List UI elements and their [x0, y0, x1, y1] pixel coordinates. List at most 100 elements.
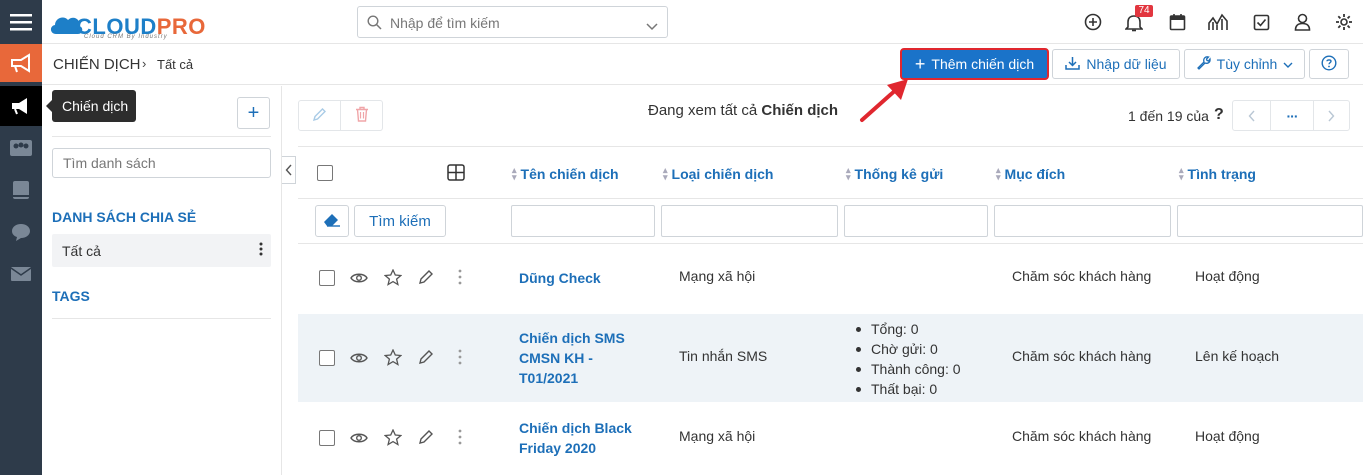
column-header-send-stats[interactable]: ▴ ▾ Thống kê gửi	[846, 166, 943, 183]
kebab-icon[interactable]	[259, 242, 263, 259]
pencil-icon[interactable]	[416, 347, 436, 367]
star-icon[interactable]	[383, 347, 403, 367]
eraser-icon	[323, 212, 341, 230]
pager-next-button[interactable]	[1313, 100, 1350, 131]
menu-icon[interactable]	[0, 0, 42, 44]
row-checkbox[interactable]	[319, 270, 335, 286]
breadcrumb-separator: ›	[142, 56, 147, 71]
send-stats-list: Tổng: 0 Chờ gửi: 0 Thành công: 0 Thất bạ…	[851, 319, 961, 399]
delete-button[interactable]	[340, 100, 383, 131]
pencil-icon[interactable]	[416, 267, 436, 287]
import-data-button[interactable]: Nhập dữ liệu	[1052, 49, 1180, 79]
campaign-status: Hoạt động	[1195, 428, 1260, 444]
campaign-name-link[interactable]: Chiến dịch Black Friday 2020	[519, 418, 635, 458]
collapse-panel-button[interactable]	[282, 156, 296, 184]
help-button[interactable]	[1309, 49, 1349, 79]
breadcrumb-current: Tất cả	[157, 57, 194, 72]
users-icon[interactable]	[0, 128, 42, 168]
campaign-status: Lên kế hoạch	[1195, 348, 1280, 364]
customize-button[interactable]: Tùy chỉnh	[1184, 49, 1305, 79]
pencil-icon[interactable]	[416, 427, 436, 447]
pager-text: 1 đến 19 của	[1128, 108, 1209, 124]
kebab-icon[interactable]	[450, 347, 470, 367]
column-header-status[interactable]: ▴ ▾ Tình trạng	[1179, 166, 1256, 183]
chevron-down-icon	[1283, 56, 1293, 72]
gear-icon[interactable]	[1334, 12, 1354, 32]
filter-type-input[interactable]	[661, 205, 838, 237]
checkbox-icon[interactable]	[1251, 12, 1271, 32]
eye-icon[interactable]	[349, 268, 369, 288]
pager-total-unknown[interactable]: ?	[1214, 106, 1224, 124]
campaign-name-link[interactable]: Chiến dịch SMS CMSN KH - T01/2021	[519, 328, 631, 388]
mail-icon[interactable]	[0, 254, 42, 294]
list-item-all[interactable]: Tất cả	[52, 234, 271, 267]
add-list-button[interactable]: +	[237, 97, 270, 129]
edit-button[interactable]	[298, 100, 341, 131]
divider	[298, 198, 1363, 199]
calendar-icon[interactable]	[1167, 12, 1187, 32]
stat-total: Tổng: 0	[851, 319, 961, 339]
pager-more-button[interactable]: ···	[1270, 100, 1314, 131]
campaign-type: Mạng xã hội	[679, 268, 756, 284]
eye-icon[interactable]	[349, 428, 369, 448]
filter-status-input[interactable]	[1177, 205, 1363, 237]
grid-icon[interactable]	[447, 164, 465, 184]
campaign-purpose: Chăm sóc khách hàng	[1012, 348, 1152, 364]
stat-pending: Chờ gửi: 0	[851, 339, 961, 359]
pencil-icon	[312, 107, 327, 125]
campaign-status: Hoạt động	[1195, 268, 1260, 284]
pager-prev-button[interactable]	[1232, 100, 1271, 131]
filter-purpose-input[interactable]	[994, 205, 1171, 237]
top-header: CLOUDPRO Cloud CRM By Industry	[42, 0, 1363, 44]
table-row[interactable]: Chiến dịch SMS CMSN KH - T01/2021 Tin nh…	[298, 314, 1363, 402]
trash-icon	[355, 106, 369, 125]
logo[interactable]: CLOUDPRO Cloud CRM By Industry	[48, 6, 208, 40]
plus-icon: +	[914, 54, 926, 74]
filter-stats-input[interactable]	[844, 205, 988, 237]
campaign-type: Tin nhắn SMS	[679, 348, 768, 364]
divider	[298, 146, 1363, 147]
column-header-purpose[interactable]: ▴ ▾ Mục đích	[996, 166, 1065, 183]
star-icon[interactable]	[383, 427, 403, 447]
search-button[interactable]: Tìm kiếm	[354, 205, 446, 237]
star-icon[interactable]	[383, 267, 403, 287]
left-rail	[0, 0, 42, 475]
list-search-input[interactable]	[52, 148, 271, 178]
table-row[interactable]: Dũng Check Mạng xã hội Chăm sóc khách hà…	[298, 244, 1363, 314]
book-icon[interactable]	[0, 170, 42, 210]
upload-icon	[1065, 56, 1081, 73]
filter-name-input[interactable]	[511, 205, 655, 237]
row-checkbox[interactable]	[319, 350, 335, 366]
search-input[interactable]	[390, 13, 630, 33]
chat-icon[interactable]	[0, 212, 42, 252]
annotation-arrow	[860, 79, 908, 122]
viewing-label: Đang xem tất cả Chiến dịch	[648, 102, 839, 119]
tooltip: Chiến dịch	[46, 90, 136, 122]
eye-icon[interactable]	[349, 348, 369, 368]
chart-icon[interactable]	[1208, 12, 1228, 32]
plus-circle-icon[interactable]	[1083, 12, 1103, 32]
sub-header: CHIẾN DỊCH › Tất cả + Thêm chiến dịch Nh…	[42, 44, 1363, 85]
user-icon[interactable]	[1292, 12, 1312, 32]
select-all-checkbox[interactable]	[317, 165, 333, 181]
divider	[52, 318, 271, 319]
column-header-name[interactable]: ▴ ▾ Tên chiến dịch	[512, 166, 619, 183]
campaign-name-link[interactable]: Dũng Check	[519, 268, 639, 288]
clear-filter-button[interactable]	[315, 205, 349, 237]
table-row[interactable]: Chiến dịch Black Friday 2020 Mạng xã hội…	[298, 402, 1363, 475]
megaphone-icon[interactable]	[0, 44, 42, 82]
notification-badge: 74	[1135, 5, 1153, 17]
kebab-icon[interactable]	[450, 427, 470, 447]
breadcrumb-module[interactable]: CHIẾN DỊCH	[53, 56, 141, 73]
global-search[interactable]	[357, 6, 668, 38]
tags-heading: TAGS	[52, 288, 90, 304]
add-campaign-button[interactable]: + Thêm chiến dịch	[900, 48, 1049, 80]
list-panel: + DANH SÁCH CHIA SẺ Tất cả TAGS	[42, 86, 282, 475]
row-checkbox[interactable]	[319, 430, 335, 446]
megaphone-icon[interactable]	[0, 86, 42, 126]
kebab-icon[interactable]	[450, 267, 470, 287]
column-header-type[interactable]: ▴ ▾ Loại chiến dịch	[663, 166, 773, 183]
search-icon	[367, 15, 382, 33]
stat-failed: Thất bại: 0	[851, 379, 961, 399]
chevron-down-icon[interactable]	[646, 18, 658, 34]
